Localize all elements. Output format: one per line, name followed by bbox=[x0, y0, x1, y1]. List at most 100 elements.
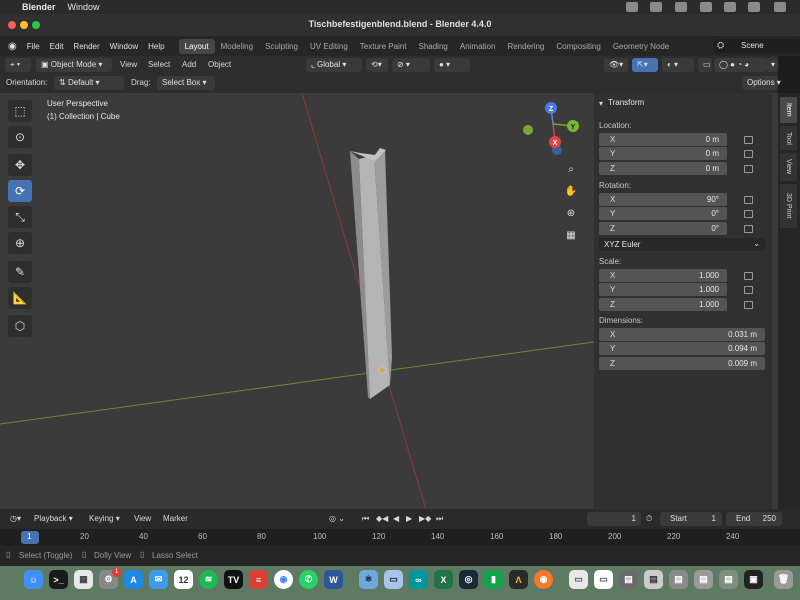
lock-icon[interactable] bbox=[744, 196, 753, 204]
tray-icon[interactable] bbox=[700, 2, 712, 12]
tab-animation[interactable]: Animation bbox=[454, 39, 502, 54]
location-z-field[interactable]: Z0 m bbox=[599, 162, 727, 175]
excel-icon[interactable]: X bbox=[434, 570, 453, 589]
document-icon[interactable]: ▤ bbox=[719, 570, 738, 589]
options-button[interactable]: Options ▾ bbox=[742, 76, 781, 90]
tab-item[interactable]: Item bbox=[780, 97, 797, 123]
rotation-y-field[interactable]: Y 0° bbox=[599, 207, 727, 220]
document-icon[interactable]: ▤ bbox=[669, 570, 688, 589]
lock-icon[interactable] bbox=[744, 210, 753, 218]
scene-selector[interactable]: ⛭ Scene bbox=[714, 39, 800, 53]
view-menu[interactable]: View bbox=[134, 512, 151, 526]
shading-options[interactable]: ▾ bbox=[766, 58, 778, 72]
tab-3d-print[interactable]: 3D Print bbox=[780, 184, 797, 228]
menu-view[interactable]: View bbox=[120, 58, 137, 72]
tray-icon[interactable] bbox=[774, 2, 786, 12]
rotate-tool-icon[interactable]: ⟳ bbox=[8, 180, 32, 202]
stopwatch-icon[interactable]: ⏱ bbox=[646, 512, 652, 526]
menu-window[interactable]: Window bbox=[110, 42, 138, 51]
whatsapp-icon[interactable]: ✆ bbox=[299, 570, 318, 589]
lock-icon[interactable] bbox=[744, 272, 753, 280]
tab-tool[interactable]: Tool bbox=[780, 126, 797, 150]
rotation-z-field[interactable]: Z 0° bbox=[599, 222, 727, 235]
orientation-selector[interactable]: ⇅ Default ▾ bbox=[54, 76, 124, 90]
tab-texture-paint[interactable]: Texture Paint bbox=[354, 39, 413, 54]
jump-keyframe-back-icon[interactable]: ◆◀ bbox=[376, 512, 388, 526]
document-icon[interactable]: ▤ bbox=[619, 570, 638, 589]
lock-icon[interactable] bbox=[744, 136, 753, 144]
pivot-point-button[interactable]: ⟲▾ bbox=[366, 58, 388, 72]
app-store-icon[interactable]: A bbox=[124, 570, 143, 589]
cursor-tool-icon[interactable]: ⊙ bbox=[8, 126, 32, 148]
keying-menu[interactable]: Keying ▾ bbox=[89, 512, 120, 526]
proportional-editing-toggle[interactable]: ● ▾ bbox=[434, 58, 470, 72]
finder-icon[interactable]: ☺ bbox=[24, 570, 43, 589]
document-icon[interactable]: ▤ bbox=[644, 570, 663, 589]
trash-icon[interactable]: 🗑 bbox=[774, 570, 793, 589]
mail-icon[interactable]: ✉ bbox=[149, 570, 168, 589]
drag-selector[interactable]: Select Box ▾ bbox=[157, 76, 215, 90]
overlay-toggle[interactable]: ◐ ▾ bbox=[662, 58, 694, 72]
steam-icon[interactable]: ◎ bbox=[459, 570, 478, 589]
menu-render[interactable]: Render bbox=[73, 42, 99, 51]
menu-edit[interactable]: Edit bbox=[50, 42, 64, 51]
clock-icon[interactable]: ◷▾ bbox=[5, 512, 29, 526]
gizmo-neg-y-dot[interactable] bbox=[523, 125, 533, 135]
menu-select[interactable]: Select bbox=[148, 58, 170, 72]
tab-rendering[interactable]: Rendering bbox=[501, 39, 550, 54]
current-frame-field[interactable]: 1 bbox=[587, 512, 641, 526]
folder-icon[interactable]: ▭ bbox=[569, 570, 588, 589]
location-x-field[interactable]: X0 m bbox=[599, 133, 727, 146]
dimensions-y-field[interactable]: Y 0.094 m bbox=[599, 342, 765, 355]
snap-toggle[interactable]: ⊘ ▾ bbox=[392, 58, 430, 72]
select-box-tool-icon[interactable]: ⬚ bbox=[8, 100, 32, 122]
tab-modeling[interactable]: Modeling bbox=[215, 39, 259, 54]
app-menu-window[interactable]: Window bbox=[68, 2, 100, 12]
scale-tool-icon[interactable]: ⤡ bbox=[8, 206, 32, 228]
transform-tool-icon[interactable]: ⊕ bbox=[8, 232, 32, 254]
measure-tool-icon[interactable]: 📐 bbox=[8, 287, 32, 309]
annotate-tool-icon[interactable]: ✎ bbox=[8, 261, 32, 283]
menu-help[interactable]: Help bbox=[148, 42, 164, 51]
calendar-icon[interactable]: 12 bbox=[174, 570, 193, 589]
tab-uv-editing[interactable]: UV Editing bbox=[304, 39, 354, 54]
chevron-down-icon[interactable]: ▾ bbox=[599, 99, 603, 108]
jump-to-end-icon[interactable]: ⏭ bbox=[436, 512, 443, 526]
tray-icon[interactable] bbox=[724, 2, 736, 12]
location-y-field[interactable]: Y0 m bbox=[599, 147, 727, 160]
move-tool-icon[interactable]: ✥ bbox=[8, 154, 32, 176]
terminal-icon[interactable]: >_ bbox=[49, 570, 68, 589]
shading-mode-selector[interactable]: ◯ ● ◔ ◕ bbox=[714, 58, 766, 72]
lock-icon[interactable] bbox=[744, 150, 753, 158]
scale-z-field[interactable]: Z 1.000 bbox=[599, 298, 727, 311]
play-reverse-icon[interactable]: ◀ bbox=[393, 512, 399, 526]
marker-menu[interactable]: Marker bbox=[163, 512, 188, 526]
chrome-icon[interactable]: ◉ bbox=[274, 570, 293, 589]
play-icon[interactable]: ▶ bbox=[406, 512, 412, 526]
gizmo-toggle[interactable]: ⇱▾ bbox=[632, 58, 658, 72]
launchpad-icon[interactable]: ▦ bbox=[74, 570, 93, 589]
app-icon[interactable]: ▭ bbox=[384, 570, 403, 589]
menu-add[interactable]: Add bbox=[182, 58, 196, 72]
document-icon[interactable]: ▤ bbox=[694, 570, 713, 589]
rotation-mode-selector[interactable]: XYZ Euler ⌄ bbox=[599, 238, 765, 251]
tab-sculpting[interactable]: Sculpting bbox=[259, 39, 304, 54]
blender-logo-icon[interactable]: ◉ bbox=[8, 41, 17, 52]
word-icon[interactable]: W bbox=[324, 570, 343, 589]
tray-icon[interactable] bbox=[748, 2, 760, 12]
tray-icon[interactable] bbox=[650, 2, 662, 12]
lock-icon[interactable] bbox=[744, 165, 753, 173]
blender-icon[interactable]: ◉ bbox=[534, 570, 553, 589]
cube-object[interactable] bbox=[350, 148, 392, 399]
tradingview-icon[interactable]: TV bbox=[224, 570, 243, 589]
navigation-gizmo[interactable]: Z Y X bbox=[518, 98, 584, 164]
menu-object[interactable]: Object bbox=[208, 58, 231, 72]
lock-icon[interactable] bbox=[744, 225, 753, 233]
tab-shading[interactable]: Shading bbox=[413, 39, 454, 54]
rotation-x-field[interactable]: X 90° bbox=[599, 193, 727, 206]
menu-file[interactable]: File bbox=[27, 42, 40, 51]
start-frame-field[interactable]: Start 1 bbox=[660, 512, 722, 526]
numbers-icon[interactable]: ▮ bbox=[484, 570, 503, 589]
document-icon[interactable]: ▭ bbox=[594, 570, 613, 589]
app-icon[interactable]: ⚛ bbox=[359, 570, 378, 589]
